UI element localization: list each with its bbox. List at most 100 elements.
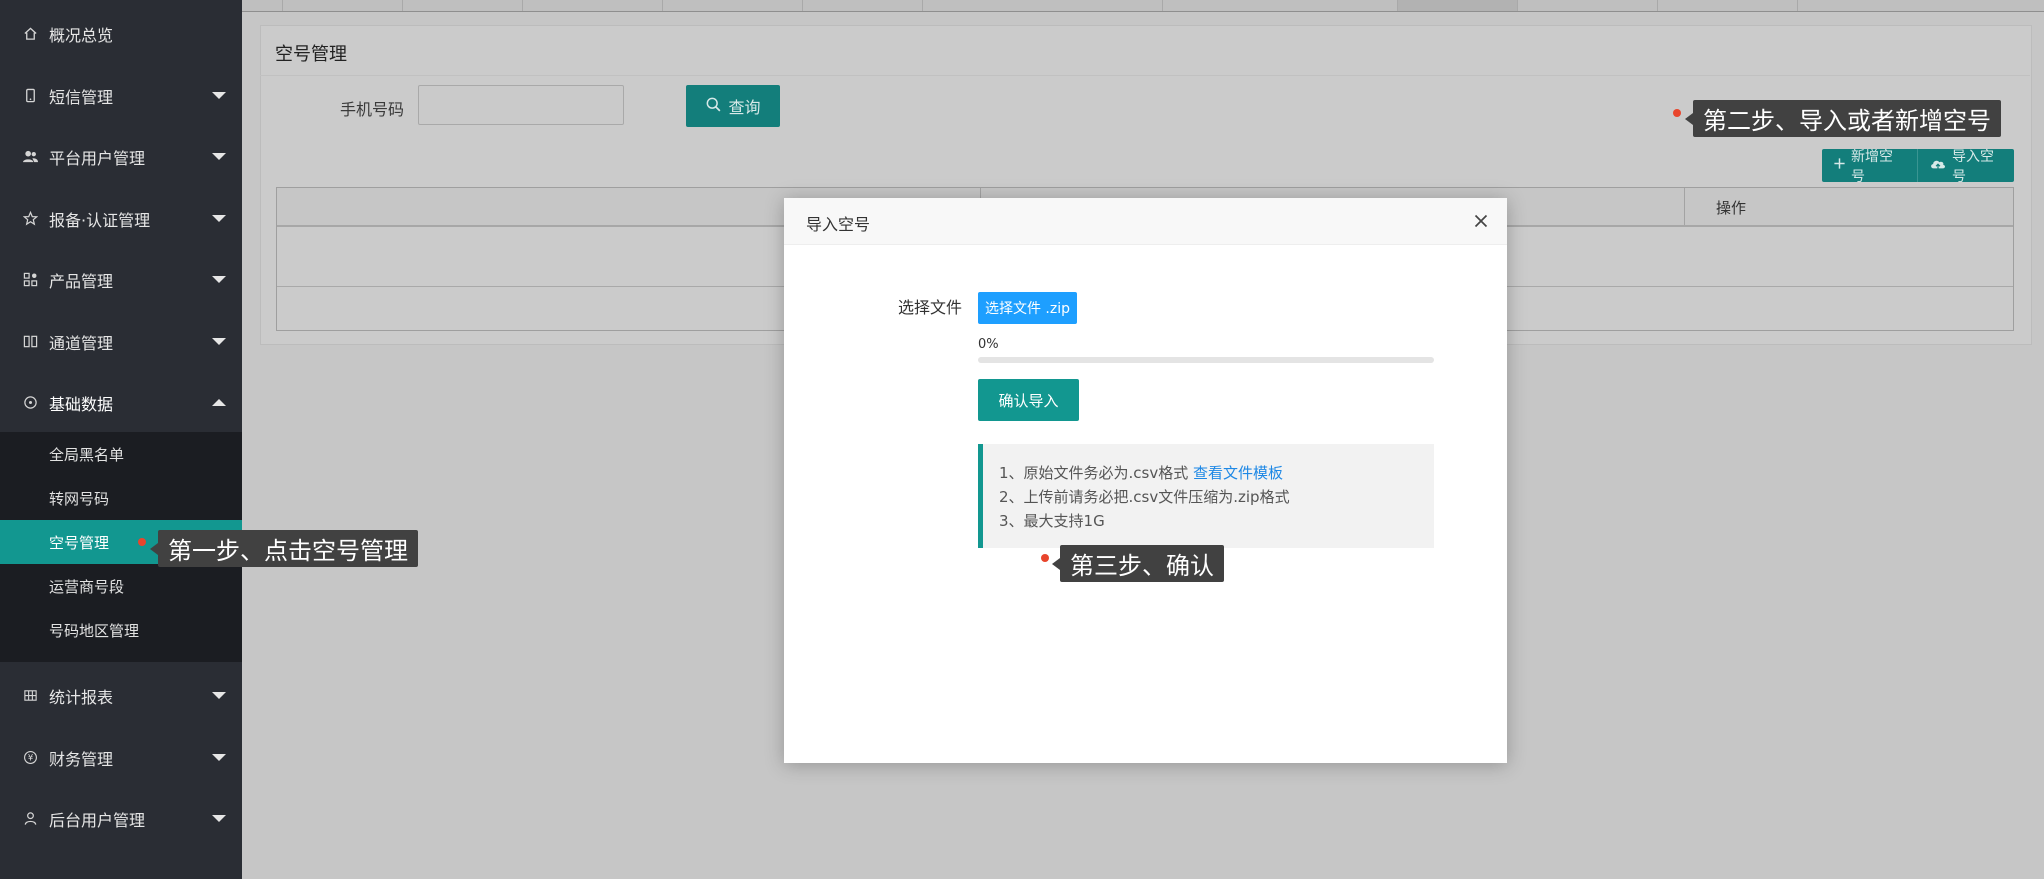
sub-item-number-regions[interactable]: 号码地区管理	[0, 608, 242, 652]
note-line-1: 1、原始文件务必为.csv格式 查看文件模板	[999, 461, 1434, 485]
import-notes: 1、原始文件务必为.csv格式 查看文件模板 2、上传前请务必把.csv文件压缩…	[978, 444, 1434, 548]
import-dialog: 导入空号 选择文件 选择文件 .zip 0% 确认导入 1、原始文件务必为.cs…	[784, 198, 1507, 763]
tab[interactable]	[1797, 0, 2038, 11]
tab[interactable]	[402, 0, 523, 11]
sub-item-label: 运营商号段	[49, 577, 125, 596]
tab[interactable]	[1162, 0, 1398, 11]
sub-item-label: 转网号码	[49, 489, 110, 508]
nav-item-overview[interactable]: 概况总览	[0, 3, 242, 64]
nav-label: 平台用户管理	[49, 148, 146, 168]
sub-item-carrier-segments[interactable]: 运营商号段	[0, 564, 242, 608]
close-icon	[1474, 214, 1488, 228]
nav-label: …	[49, 871, 65, 879]
nav-label: 产品管理	[49, 271, 114, 291]
dialog-header: 导入空号	[784, 198, 1507, 245]
sub-item-ported-numbers[interactable]: 转网号码	[0, 476, 242, 520]
close-button[interactable]	[1469, 209, 1493, 233]
tab[interactable]	[1657, 0, 1798, 11]
progress-bar	[978, 357, 1434, 363]
add-empty-number-button[interactable]: 新增空号	[1822, 149, 1918, 185]
chevron-down-icon	[212, 92, 226, 99]
step3-tip: 第三步、确认	[1052, 545, 1224, 582]
tab[interactable]	[522, 0, 663, 11]
nav-item-sms[interactable]: 短信管理	[0, 65, 242, 126]
nav-label: 财务管理	[49, 749, 114, 769]
nav-label: 报备·认证管理	[49, 210, 151, 230]
nav-label: 基础数据	[49, 394, 114, 414]
chevron-down-icon	[212, 276, 226, 283]
nav-label: 后台用户管理	[49, 810, 146, 830]
sub-item-label: 全局黑名单	[49, 445, 125, 464]
search-icon	[705, 96, 722, 117]
note-line-3: 3、最大支持1G	[999, 512, 1105, 530]
home-icon	[21, 25, 39, 43]
table-icon	[21, 687, 39, 705]
nav-label: 短信管理	[49, 87, 114, 107]
phone-label: 手机号码	[340, 100, 405, 119]
plus-icon	[1833, 157, 1846, 174]
nav-item-channels[interactable]: 通道管理	[0, 311, 242, 372]
choose-file-button[interactable]: 选择文件 .zip	[978, 292, 1077, 324]
page-title: 空号管理	[275, 44, 347, 65]
import-label: 导入空号	[1952, 148, 1994, 185]
progress-text: 0%	[978, 337, 999, 352]
sub-item-label: 空号管理	[49, 533, 110, 552]
divider	[260, 75, 2030, 76]
chevron-up-icon	[212, 399, 226, 406]
nav-item-products[interactable]: 产品管理	[0, 249, 242, 310]
sub-item-global-blacklist[interactable]: 全局黑名单	[0, 432, 242, 476]
step1-tip: 第一步、点击空号管理	[150, 530, 418, 567]
chevron-down-icon	[212, 215, 226, 222]
step2-marker	[1673, 109, 1681, 117]
nav-label: 概况总览	[49, 25, 114, 45]
nav-item-finance[interactable]: ¥ 财务管理	[0, 727, 242, 788]
tab[interactable]	[802, 0, 923, 11]
step3-marker	[1041, 554, 1049, 562]
cloud-upload-icon	[1929, 157, 1947, 175]
tab[interactable]	[1517, 0, 1658, 11]
column-divider	[1684, 188, 1685, 225]
tab-bar	[242, 0, 2044, 12]
action-buttons: 新增空号 导入空号	[1822, 149, 2014, 185]
nav-item-more[interactable]: …	[0, 850, 242, 879]
file-label: 选择文件	[898, 298, 963, 317]
step1-marker	[138, 538, 146, 546]
nav-label: 统计报表	[49, 687, 114, 707]
chevron-down-icon	[212, 692, 226, 699]
step2-tip: 第二步、导入或者新增空号	[1685, 100, 2001, 137]
chevron-down-icon	[212, 153, 226, 160]
query-button[interactable]: 查询	[686, 85, 780, 127]
confirm-import-button[interactable]: 确认导入	[978, 379, 1079, 421]
tab[interactable]	[282, 0, 403, 11]
dialog-title: 导入空号	[806, 215, 871, 234]
star-icon	[21, 210, 39, 228]
svg-text:¥: ¥	[27, 753, 33, 763]
yen-icon: ¥	[21, 749, 39, 767]
sidebar: 概况总览 短信管理 平台用户管理 报备·认证管理 产品管理 通道管理 基础数据 …	[0, 0, 242, 879]
phone-input[interactable]	[418, 85, 624, 125]
chevron-down-icon	[212, 754, 226, 761]
user-icon	[21, 810, 39, 828]
chevron-down-icon	[212, 338, 226, 345]
database-icon	[21, 394, 39, 412]
import-empty-number-button[interactable]: 导入空号	[1918, 149, 2014, 185]
note-text: 1、原始文件务必为.csv格式	[999, 464, 1194, 482]
chevron-down-icon	[212, 815, 226, 822]
nav-item-filing[interactable]: 报备·认证管理	[0, 188, 242, 249]
note-line-2: 2、上传前请务必把.csv文件压缩为.zip格式	[999, 488, 1290, 506]
nav-label: 通道管理	[49, 333, 114, 353]
operation-column-header: 操作	[1716, 199, 1747, 217]
tab[interactable]	[662, 0, 803, 11]
grid-icon	[21, 271, 39, 289]
tab-active[interactable]	[1397, 0, 1518, 11]
add-label: 新增空号	[1851, 148, 1893, 185]
phone-icon	[21, 87, 39, 105]
query-label: 查询	[728, 98, 761, 117]
more-icon	[21, 872, 39, 879]
nav-item-base-data[interactable]: 基础数据	[0, 372, 242, 433]
view-template-link[interactable]: 查看文件模板	[1193, 464, 1283, 482]
nav-item-platform-users[interactable]: 平台用户管理	[0, 126, 242, 187]
nav-item-admin-users[interactable]: 后台用户管理	[0, 788, 242, 849]
tab[interactable]	[922, 0, 1163, 11]
nav-item-reports[interactable]: 统计报表	[0, 665, 242, 726]
